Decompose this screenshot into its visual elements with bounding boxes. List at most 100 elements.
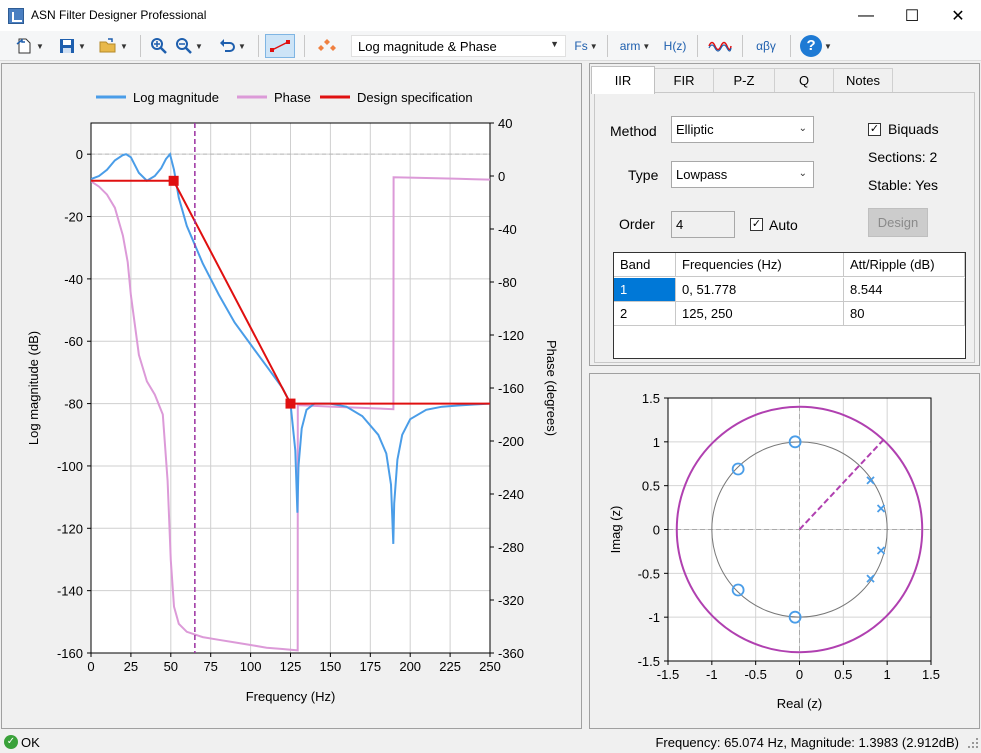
y-axis-label: Imag (z) bbox=[608, 506, 623, 554]
y-tick-label: 0.5 bbox=[642, 479, 660, 494]
y-tick-label: -20 bbox=[64, 210, 83, 225]
x-tick-label: 0 bbox=[87, 659, 94, 674]
biquads-checkbox[interactable]: ✓ bbox=[868, 123, 881, 136]
toolbar-separator bbox=[607, 35, 608, 57]
toolbar-separator bbox=[790, 35, 791, 57]
legend-label: Phase bbox=[274, 90, 311, 105]
y2-tick-label: -280 bbox=[498, 540, 524, 555]
zoom-in-icon bbox=[151, 38, 167, 54]
order-field[interactable]: 4 bbox=[671, 211, 735, 238]
tab-notes[interactable]: Notes bbox=[833, 68, 893, 92]
x-axis-label: Frequency (Hz) bbox=[246, 689, 336, 704]
table-cell[interactable]: 1 bbox=[614, 278, 676, 302]
y-tick-label: -80 bbox=[64, 397, 83, 412]
legend-entry: Design specification bbox=[320, 90, 473, 105]
y2-tick-label: -80 bbox=[498, 275, 517, 290]
x-tick-label: 100 bbox=[240, 659, 262, 674]
y-tick-label: -1.5 bbox=[638, 654, 660, 669]
y2-tick-label: -200 bbox=[498, 434, 524, 449]
help-button[interactable]: ? ▼ bbox=[797, 34, 835, 58]
tab-iir[interactable]: IIR bbox=[591, 66, 655, 94]
auto-label: Auto bbox=[769, 217, 798, 233]
symbolic-math-button[interactable]: αβγ bbox=[749, 34, 783, 58]
maximize-button[interactable]: ☐ bbox=[889, 0, 935, 31]
y2-tick-label: -40 bbox=[498, 222, 517, 237]
chevron-down-icon: ⌄ bbox=[798, 123, 807, 134]
diamond-points-icon bbox=[318, 39, 336, 51]
open-button[interactable]: ▼ bbox=[94, 34, 132, 58]
status-ok-text: OK bbox=[21, 735, 40, 750]
folder-open-icon bbox=[99, 38, 116, 53]
pz-markers-button[interactable] bbox=[314, 34, 340, 58]
tab-pz[interactable]: P-Z bbox=[713, 68, 775, 92]
table-row[interactable]: 1 0, 51.778 8.544 bbox=[614, 278, 965, 302]
table-cell[interactable]: 8.544 bbox=[844, 278, 965, 302]
cursor-readout: Frequency: 65.074 Hz, Magnitude: 1.3983 … bbox=[655, 735, 959, 750]
y-tick-label: 1 bbox=[653, 435, 660, 450]
y-tick-label: -0.5 bbox=[638, 566, 660, 581]
save-icon bbox=[60, 39, 75, 53]
x-tick-label: 75 bbox=[203, 659, 217, 674]
pole-zero-chart[interactable]: -1.5 -1 -0.5 0 0.5 1 1.5 1.5 1 0.5 0 -0.5 -1 -1.5 Real… bbox=[590, 374, 979, 728]
frequency-response-chart[interactable]: 0 25 50 75 100 125 150 175 200 225 250 0 -20 -40 -60 -8… bbox=[2, 64, 581, 728]
auto-checkbox[interactable]: ✓ bbox=[750, 218, 763, 231]
signal-analyzer-button[interactable] bbox=[705, 34, 735, 58]
y-tick-label: -1 bbox=[648, 610, 660, 625]
y-tick-label: -160 bbox=[57, 646, 83, 661]
sample-rate-button[interactable]: Fs ▼ bbox=[572, 34, 600, 58]
design-markers-toggle[interactable] bbox=[265, 34, 295, 58]
arm-button[interactable]: arm ▼ bbox=[616, 34, 654, 58]
y2-tick-label: -120 bbox=[498, 328, 524, 343]
type-select[interactable]: Lowpass ⌄ bbox=[671, 161, 814, 188]
column-header: Frequencies (Hz) bbox=[676, 253, 844, 277]
minimize-button[interactable]: — bbox=[843, 0, 889, 31]
design-tabs-panel: IIR FIR P-Z Q Notes Method Elliptic ⌄ ✓ … bbox=[589, 63, 980, 366]
arm-label: arm bbox=[619, 39, 641, 53]
tab-q[interactable]: Q bbox=[774, 68, 834, 92]
check-icon: ✓ bbox=[4, 735, 18, 749]
tab-fir[interactable]: FIR bbox=[654, 68, 714, 92]
close-button[interactable]: ✕ bbox=[935, 0, 981, 31]
help-icon: ? bbox=[800, 35, 823, 57]
new-project-button[interactable]: ▼ bbox=[8, 34, 50, 58]
legend-label: Design specification bbox=[357, 90, 473, 105]
chevron-down-icon: ⌄ bbox=[798, 168, 807, 179]
table-cell[interactable]: 0, 51.778 bbox=[676, 278, 844, 302]
y-tick-label: 0 bbox=[653, 523, 660, 538]
x-tick-label: 225 bbox=[439, 659, 461, 674]
view-mode-select[interactable]: Log magnitude & Phase ▼ bbox=[351, 35, 566, 57]
toolbar-separator bbox=[697, 35, 698, 57]
zoom-in-button[interactable] bbox=[148, 34, 170, 58]
sections-text: Sections: 2 bbox=[868, 149, 938, 165]
toolbar-separator bbox=[258, 35, 259, 57]
stable-text: Stable: Yes bbox=[868, 177, 939, 193]
method-select[interactable]: Elliptic ⌄ bbox=[671, 116, 814, 143]
undo-button[interactable]: ▼ bbox=[214, 34, 250, 58]
transfer-function-button[interactable]: H(z) bbox=[660, 34, 690, 58]
method-label: Method bbox=[610, 123, 657, 139]
y2-tick-label: -240 bbox=[498, 487, 524, 502]
title-bar: ASN Filter Designer Professional — ☐ ✕ bbox=[0, 0, 981, 31]
save-button[interactable]: ▼ bbox=[54, 34, 90, 58]
resize-grip-icon[interactable] bbox=[967, 737, 979, 749]
app-icon bbox=[8, 8, 24, 24]
legend-entry: Log magnitude bbox=[96, 90, 219, 105]
window-title: ASN Filter Designer Professional bbox=[31, 8, 207, 22]
design-button[interactable]: Design bbox=[868, 208, 928, 237]
table-row[interactable]: 2 125, 250 80 bbox=[614, 302, 965, 326]
design-markers-icon bbox=[270, 40, 290, 52]
table-cell[interactable]: 2 bbox=[614, 302, 676, 326]
x-axis-label: Real (z) bbox=[777, 696, 823, 711]
zoom-out-button[interactable]: ▼ bbox=[171, 34, 207, 58]
legend-label: Log magnitude bbox=[133, 90, 219, 105]
table-header-row: Band Frequencies (Hz) Att/Ripple (dB) bbox=[614, 253, 965, 277]
view-mode-value: Log magnitude & Phase bbox=[358, 39, 497, 54]
table-cell[interactable]: 80 bbox=[844, 302, 965, 326]
table-cell[interactable]: 125, 250 bbox=[676, 302, 844, 326]
type-label: Type bbox=[628, 167, 659, 183]
frequency-response-panel: 0 25 50 75 100 125 150 175 200 225 250 0 -20 -40 -60 -8… bbox=[1, 63, 582, 729]
design-handle bbox=[168, 175, 179, 186]
y2-axis-label: Phase (degrees) bbox=[544, 340, 559, 436]
x-tick-label: 0 bbox=[796, 667, 803, 682]
waveform-icon bbox=[708, 41, 732, 52]
